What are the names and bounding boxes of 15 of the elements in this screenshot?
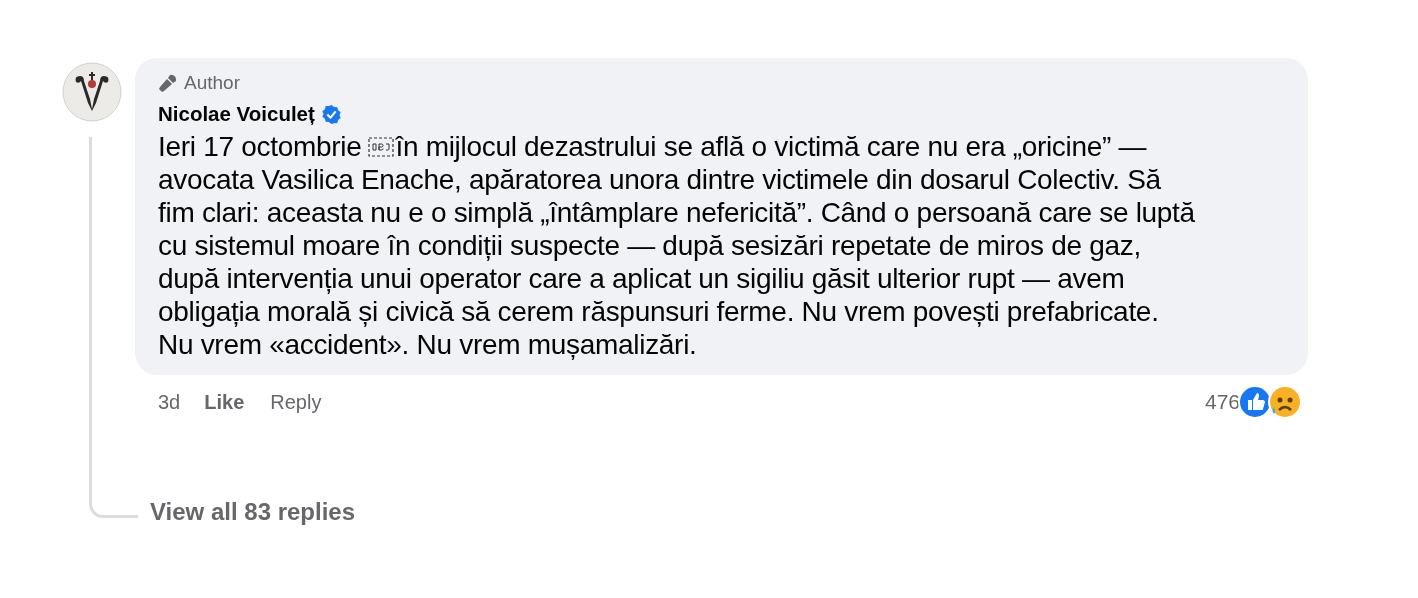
reaction-count[interactable]: 476 (1204, 390, 1240, 414)
view-replies-link[interactable]: View all 83 replies (150, 498, 356, 526)
comment-text-start: Ieri 17 octombrie (158, 130, 362, 163)
comment-time[interactable]: 3d (158, 390, 181, 414)
comment-text: avocata Vasilica Enache, apăratorea unora dintre victimele din dosarul Colectiv. Să fim clari: aceasta nu e o simplă „întâmplare nefericită”. Când o persoană care se luptă cu sistemul moare în condiții suspecte — după sesizări repetate de miros de gaz, după intervenția unui operator care a aplicat un sigiliu găsit ulterior rupt — avem obligația morală și civică să cerem răspunsuri ferme. Nu vrem povești prefabricate. Nu vrem «accident». Nu vrem mușamalizări. (158, 163, 1195, 361)
object-placeholder-icon (368, 136, 395, 157)
avatar-icon[interactable] (62, 62, 122, 122)
reply-link[interactable]: Reply (270, 390, 322, 414)
microphone-icon (158, 73, 178, 93)
like-reaction-icon (1238, 385, 1272, 419)
author-label: Author (184, 72, 240, 94)
like-link[interactable]: Like (204, 390, 245, 414)
sad-reaction-icon (1268, 385, 1302, 419)
comment-text-first-line: în mijlocul dezastrului se află o victimă care nu era „oricine” — (395, 130, 1147, 163)
author-name[interactable]: Nicolae Voiculeț (158, 102, 315, 126)
